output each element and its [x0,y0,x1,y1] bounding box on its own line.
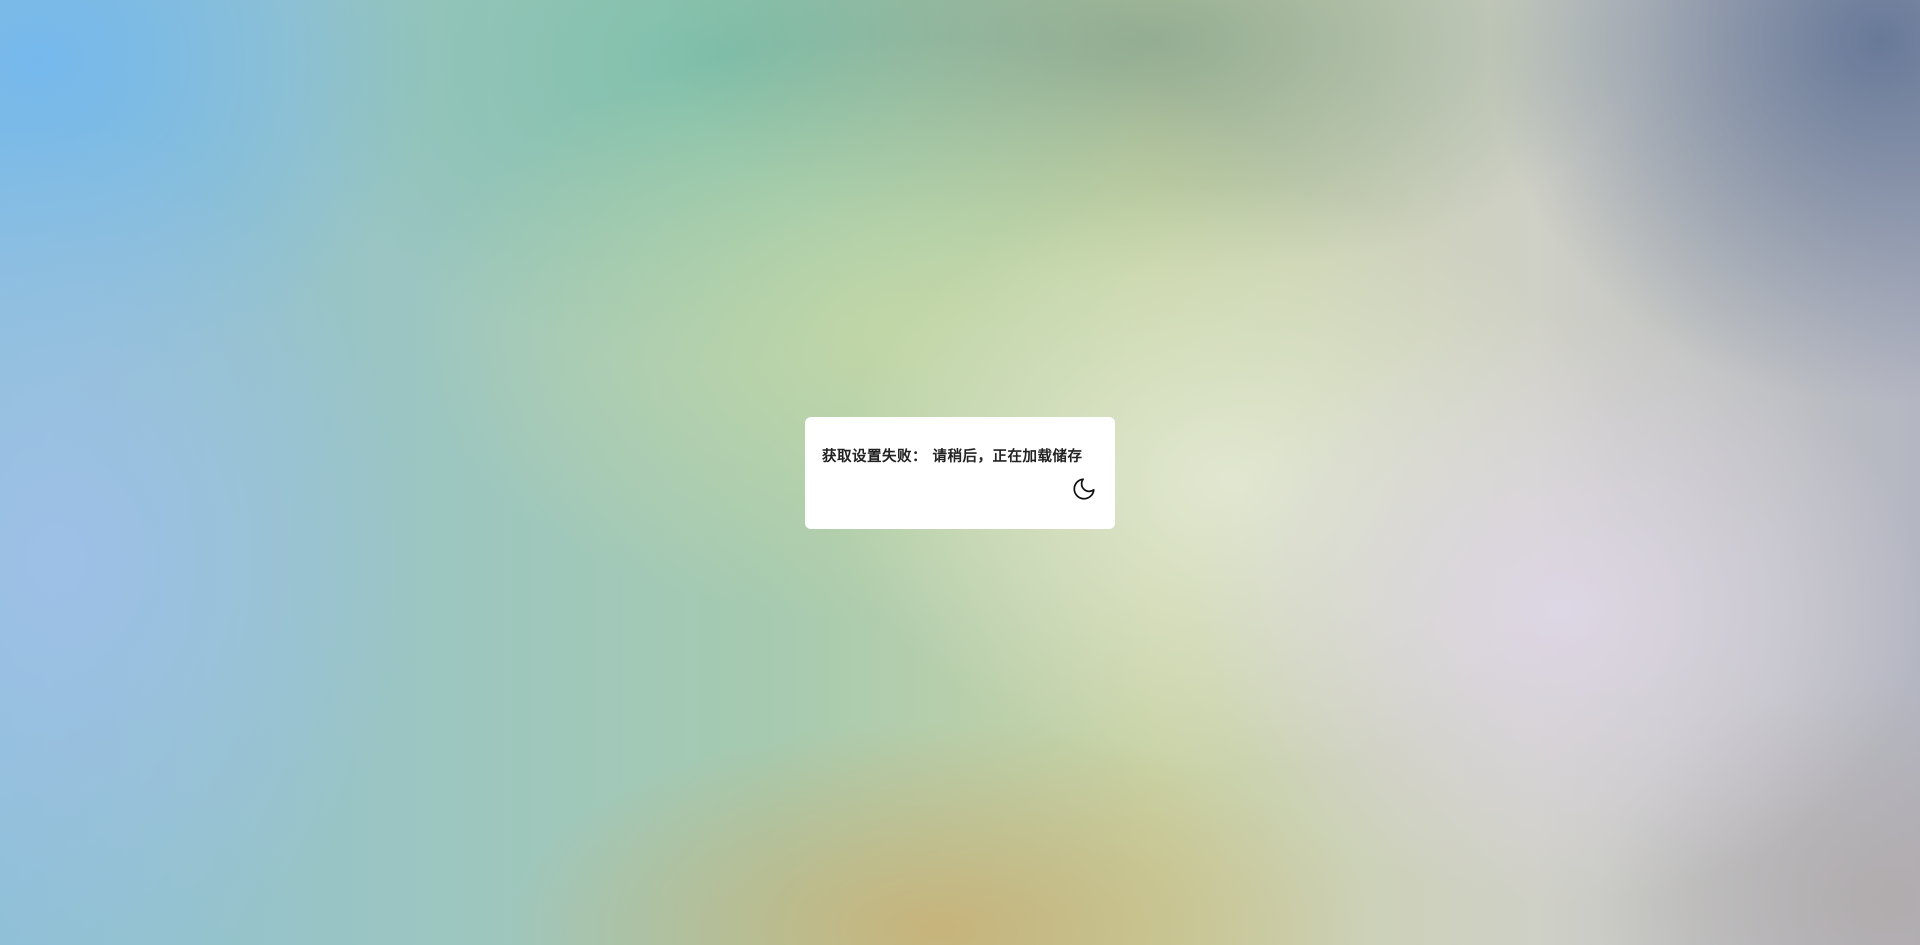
moon-icon [1073,478,1095,500]
theme-toggle-button[interactable] [1069,474,1099,504]
status-dialog: 获取设置失败： 请稍后，正在加载储存 [805,417,1115,529]
status-message: 获取设置失败： 请稍后，正在加载储存 [822,449,1083,465]
